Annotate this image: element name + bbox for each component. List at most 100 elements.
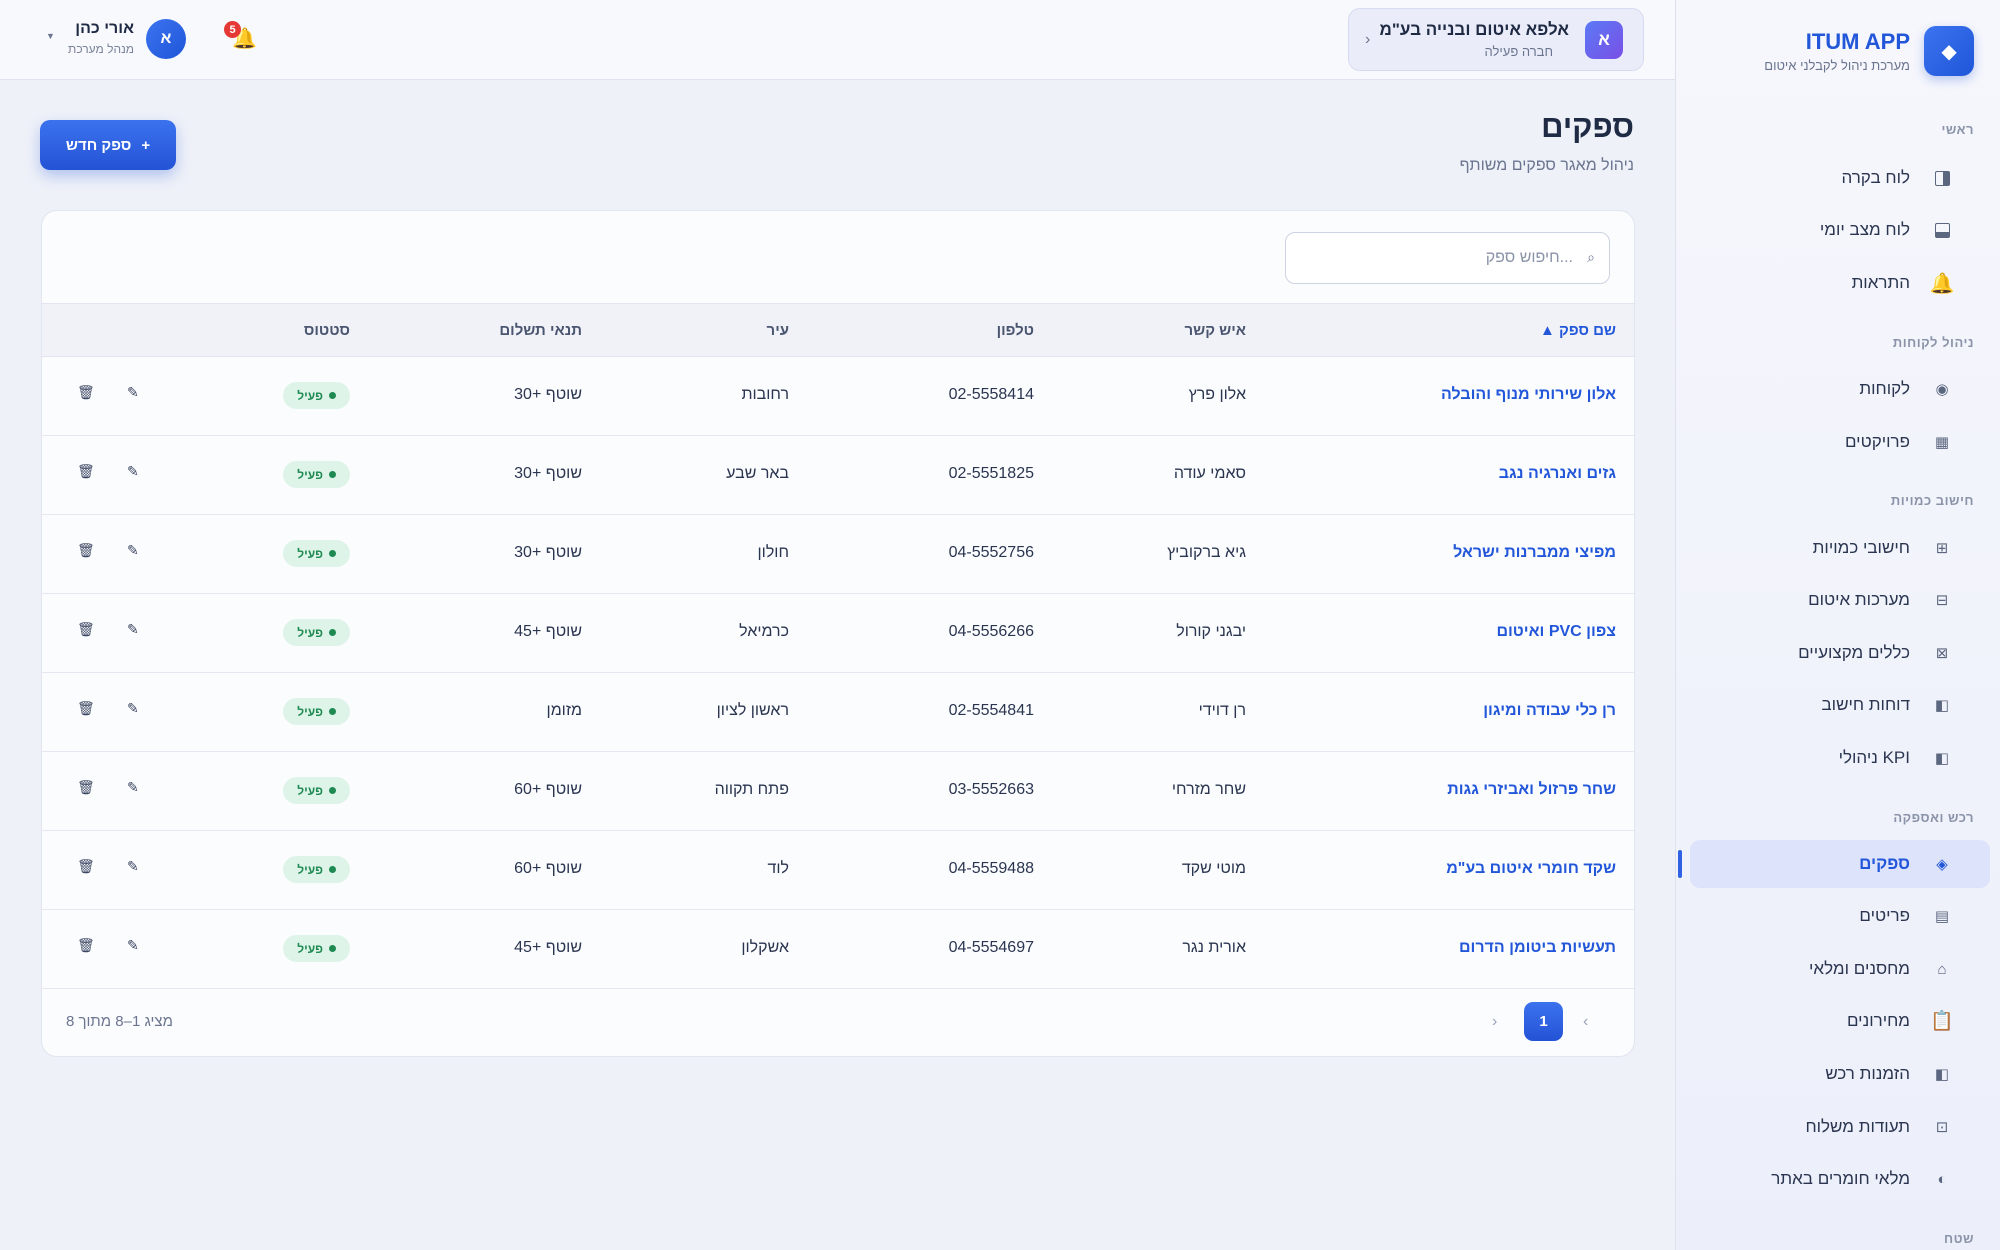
terms-cell: מזומן [546,702,582,719]
contact-cell: מוטי שקד [1181,860,1246,877]
edit-icon[interactable]: ✎ [127,858,139,875]
sidebar-item-daily-board[interactable]: לוח מצב יומי [1690,206,1990,254]
new-supplier-button[interactable]: + ספק חדש [40,120,176,170]
nav-section-field: שטח [1943,1231,1974,1246]
sidebar-item-label: חישובי כמויות [1812,538,1910,557]
supplier-name-link[interactable]: רן כלי עבודה ומיגון [1483,702,1616,720]
sidebar: ◆ ITUM APP מערכת ניהול לקבלני איטום ראשי… [1675,0,2000,1250]
status-badge: פעיל [283,461,350,488]
chevron-right-icon[interactable]: › [1583,1013,1588,1031]
edit-icon[interactable]: ✎ [127,542,139,559]
table-row[interactable]: צפון PVC ואיטום יבגני קורול 04-5556266 כרמי… [42,594,1634,673]
city-cell: לוד [767,860,790,877]
sidebar-item-suppliers[interactable]: ◈ ספקים [1678,840,1990,888]
sidebar-item-dashboard[interactable]: לוח בקרה [1690,154,1990,202]
projects-icon: ▦ [1934,434,1950,451]
plus-icon: + [141,136,151,154]
phone-cell: 04-5559488 [948,860,1034,877]
sidebar-item-warehouses[interactable]: ⌂ מחסנים ומלאי [1690,945,1990,993]
search-box[interactable]: ⌕ [1285,232,1610,284]
supplier-name-link[interactable]: צפון PVC ואיטום [1496,623,1616,641]
sidebar-item-items[interactable]: ▤ פריטים [1690,892,1990,940]
table-row[interactable]: מפיצי ממברנות ישראל גיא ברקוביץ 04-5552756… [42,515,1634,594]
chevron-down-icon[interactable]: ▼ [46,31,55,41]
sidebar-item-customers[interactable]: ◉ לקוחות [1690,365,1990,413]
customers-icon: ◉ [1935,381,1949,398]
status-label: פעיל [297,704,323,719]
delete-icon[interactable]: 🗑 [77,463,95,480]
sidebar-item-alerts[interactable]: 🔔 התראות [1690,259,1990,307]
company-switcher[interactable]: א אלפא איטום ובנייה בע"מ חברה פעילה ‹ [1348,8,1644,71]
sidebar-item-purchase-orders[interactable]: ◧ הזמנות רכש [1690,1050,1990,1098]
edit-icon[interactable]: ✎ [127,463,139,480]
sidebar-item-label: פרויקטים [1844,432,1910,451]
sidebar-item-systems[interactable]: ⊟ מערכות איטום [1690,576,1990,624]
delete-icon[interactable]: 🗑 [77,700,95,717]
city-cell: ראשון לציון [716,702,789,719]
supplier-name-link[interactable]: שקד חומרי איטום בע"מ [1446,860,1616,878]
column-header-terms[interactable]: תנאי תשלום [499,322,582,339]
sidebar-item-label: לוח בקרה [1841,168,1910,187]
sidebar-item-kpi[interactable]: ◧ KPI ניהולי [1690,734,1990,782]
supplier-name-link[interactable]: מפיצי ממברנות ישראל [1453,544,1616,562]
chevron-left-icon: ‹ [1365,31,1371,48]
nav-section-quantities: חישוב כמויות [1890,493,1974,508]
notification-badge: 5 [224,21,241,38]
terms-cell: שוטף +45 [514,939,582,956]
delete-icon[interactable]: 🗑 [77,937,95,954]
supplier-name-link[interactable]: תעשיות ביטומן הדרום [1459,939,1616,957]
brand[interactable]: ◆ ITUM APP מערכת ניהול לקבלני איטום [1696,26,1974,78]
table-row[interactable]: תעשיות ביטומן הדרום אורית נגר 04-5554697 אש… [42,910,1634,989]
status-dot [329,471,336,478]
city-cell: רחובות [741,386,789,403]
sidebar-item-label: תעודות משלוח [1805,1117,1910,1136]
sidebar-item-site-stock[interactable]: ◐ מלאי חומרים באתר [1690,1155,1990,1203]
delete-icon[interactable]: 🗑 [77,621,95,638]
sidebar-item-projects[interactable]: ▦ פרויקטים [1690,418,1990,466]
avatar[interactable]: א [146,19,186,59]
delete-icon[interactable]: 🗑 [77,542,95,559]
suppliers-icon: ◈ [1936,856,1948,873]
table-row[interactable]: אלון שירותי מנוף והובלה אלון פרץ 02-555841… [42,357,1634,436]
delete-icon[interactable]: 🗑 [77,858,95,875]
edit-icon[interactable]: ✎ [127,937,139,954]
column-header-status[interactable]: סטטוס [304,322,350,339]
table-row[interactable]: גזים ואנרגיה נגב סאמי עודה 02-5551825 באר ש… [42,436,1634,515]
sidebar-item-rules[interactable]: ⊠ כללים מקצועיים [1690,629,1990,677]
search-input[interactable] [1303,233,1573,283]
sidebar-item-price-lists[interactable]: 📋 מחירונים [1690,997,1990,1045]
supplier-name-link[interactable]: אלון שירותי מנוף והובלה [1441,386,1616,404]
supplier-name-link[interactable]: גזים ואנרגיה נגב [1499,465,1616,483]
chevron-left-icon[interactable]: ‹ [1492,1013,1497,1031]
table-row[interactable]: רן כלי עבודה ומיגון רן דוידי 02-5554841 ראש… [42,673,1634,752]
column-header-city[interactable]: עיר [767,322,789,339]
edit-icon[interactable]: ✎ [127,384,139,401]
column-header-contact[interactable]: איש קשר [1184,322,1246,339]
status-badge: פעיל [283,540,350,567]
sidebar-item-reports[interactable]: ◧ דוחות חישוב [1690,681,1990,729]
edit-icon[interactable]: ✎ [127,700,139,717]
user-name[interactable]: אורי כהן [68,20,134,38]
company-name: אלפא איטום ובנייה בע"מ [1379,20,1569,39]
delete-icon[interactable]: 🗑 [77,384,95,401]
page-button-current[interactable]: 1 [1524,1002,1563,1041]
column-header-phone[interactable]: טלפון [997,322,1034,339]
table-row[interactable]: שקד חומרי איטום בע"מ מוטי שקד 04-5559488 לו… [42,831,1634,910]
sidebar-item-quantity-calc[interactable]: ⊞ חישובי כמויות [1690,524,1990,572]
delete-icon[interactable]: 🗑 [77,779,95,796]
contact-cell: רן דוידי [1198,702,1246,719]
edit-icon[interactable]: ✎ [127,621,139,638]
dashboard-icon [1932,168,1952,188]
sidebar-item-label: מחירונים [1846,1011,1910,1030]
supplier-name-link[interactable]: שחר פרזול ואביזרי גגות [1447,781,1616,799]
status-dot [329,629,336,636]
sidebar-item-delivery-notes[interactable]: ⊡ תעודות משלוח [1690,1103,1990,1151]
city-cell: כרמיאל [739,623,789,640]
purchase-icon: ◧ [1934,1066,1950,1083]
clipboard-icon: 📋 [1930,1011,1954,1032]
terms-cell: שוטף +30 [514,465,582,482]
suppliers-card: ⌕ שם ספק ▲ איש קשר טלפון עיר תנאי תשלום … [41,210,1635,1057]
column-header-name[interactable]: שם ספק ▲ [1540,322,1616,339]
table-row[interactable]: שחר פרזול ואביזרי גגות שחר מזרחי 03-555266… [42,752,1634,831]
edit-icon[interactable]: ✎ [127,779,139,796]
